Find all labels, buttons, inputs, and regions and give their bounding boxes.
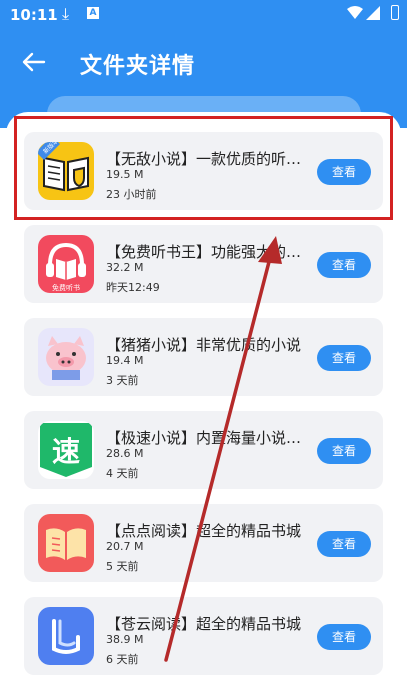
view-button[interactable]: 查看 (317, 624, 371, 650)
view-button[interactable]: 查看 (317, 252, 371, 278)
view-button[interactable]: 查看 (317, 531, 371, 557)
app-time: 5 天前 (106, 560, 139, 573)
list-item[interactable]: 免费听书 【免费听书王】功能强大的听书 32.2 M 昨天12:49 查看 (24, 225, 383, 303)
view-button[interactable]: 查看 (317, 345, 371, 371)
app-time: 昨天12:49 (106, 281, 160, 294)
battery-icon (391, 5, 399, 20)
app-name: 【苍云阅读】超全的精品书城 (106, 615, 302, 633)
pig-icon (38, 328, 94, 386)
signal-icon (366, 6, 380, 20)
app-name: 【点点阅读】超全的精品书城 (106, 522, 302, 540)
app-name: 【极速小说】内置海量小说资源 (106, 429, 314, 447)
app-size: 32.2 M (106, 261, 144, 274)
app-time: 6 天前 (106, 653, 139, 666)
notification-icon: A (87, 7, 99, 19)
list-item[interactable]: 【点点阅读】超全的精品书城 20.7 M 5 天前 查看 (24, 504, 383, 582)
app-size: 38.9 M (106, 633, 144, 646)
page-title: 文件夹详情 (80, 54, 196, 79)
app-size: 19.4 M (106, 354, 144, 367)
view-button[interactable]: 查看 (317, 438, 371, 464)
wifi-icon (347, 6, 363, 19)
list-item[interactable]: 【猪猪小说】非常优质的小说 19.4 M 3 天前 查看 (24, 318, 383, 396)
list-item[interactable]: 【苍云阅读】超全的精品书城 38.9 M 6 天前 查看 (24, 597, 383, 675)
headphone-book-icon: 免费听书 (38, 235, 94, 293)
app-badge: 免费听书 (52, 283, 80, 292)
app-name: 【猪猪小说】非常优质的小说 (106, 336, 302, 354)
app-badge: 速 (52, 435, 80, 468)
speed-icon: 速 (38, 421, 94, 479)
app-time: 3 天前 (106, 374, 139, 387)
back-arrow-icon[interactable] (22, 52, 46, 72)
app-name: 【免费听书王】功能强大的听书 (106, 243, 314, 261)
app-size: 20.7 M (106, 540, 144, 553)
list-item[interactable]: 速 【极速小说】内置海量小说资源 28.6 M 4 天前 查看 (24, 411, 383, 489)
app-size: 28.6 M (106, 447, 144, 460)
app-time: 4 天前 (106, 467, 139, 480)
status-bar: 10:11 ⤓ A (0, 0, 407, 30)
open-book-icon (38, 514, 94, 572)
status-time: 10:11 (10, 6, 58, 24)
download-icon: ⤓ (62, 4, 70, 23)
blue-book-icon (38, 607, 94, 665)
highlight-box (14, 116, 393, 220)
